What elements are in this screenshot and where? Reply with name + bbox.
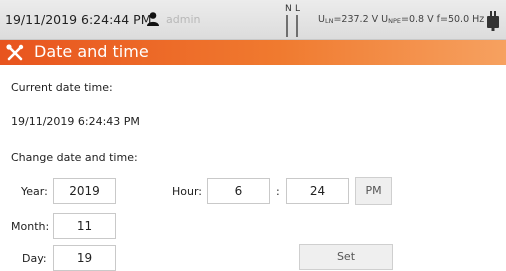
hour-label: Hour:	[172, 185, 203, 198]
status-bar: 19/11/2019 6:24:44 PM admin N L ULN=237.…	[0, 0, 506, 40]
minute-input[interactable]: 24	[286, 178, 349, 204]
year-label: Year:	[21, 185, 48, 198]
am-pm-toggle[interactable]: PM	[355, 177, 392, 205]
measurement-readout: ULN=237.2 V UNPE=0.8 V f=50.0 Hz	[318, 14, 485, 25]
hour-input[interactable]: 6	[207, 178, 270, 204]
current-datetime-value: 19/11/2019 6:24:43 PM	[11, 115, 140, 128]
set-button[interactable]: Set	[299, 244, 393, 270]
month-label: Month:	[11, 220, 50, 233]
l-terminal-label: L	[295, 4, 301, 14]
user-icon	[147, 12, 159, 26]
page-title: Date and time	[34, 42, 149, 61]
status-user: admin	[166, 13, 201, 26]
month-input[interactable]: 11	[53, 213, 116, 239]
current-datetime-label: Current date time:	[11, 81, 113, 94]
title-bar: Date and time	[0, 40, 506, 65]
change-datetime-label: Change date and time:	[11, 151, 138, 164]
day-input[interactable]: 19	[53, 245, 116, 271]
plug-icon	[487, 11, 499, 31]
status-datetime: 19/11/2019 6:24:44 PM	[5, 12, 152, 27]
year-input[interactable]: 2019	[53, 178, 116, 204]
time-colon: :	[276, 185, 280, 198]
day-label: Day:	[22, 252, 47, 265]
tools-icon	[6, 44, 24, 61]
n-terminal-label: N	[285, 4, 292, 14]
